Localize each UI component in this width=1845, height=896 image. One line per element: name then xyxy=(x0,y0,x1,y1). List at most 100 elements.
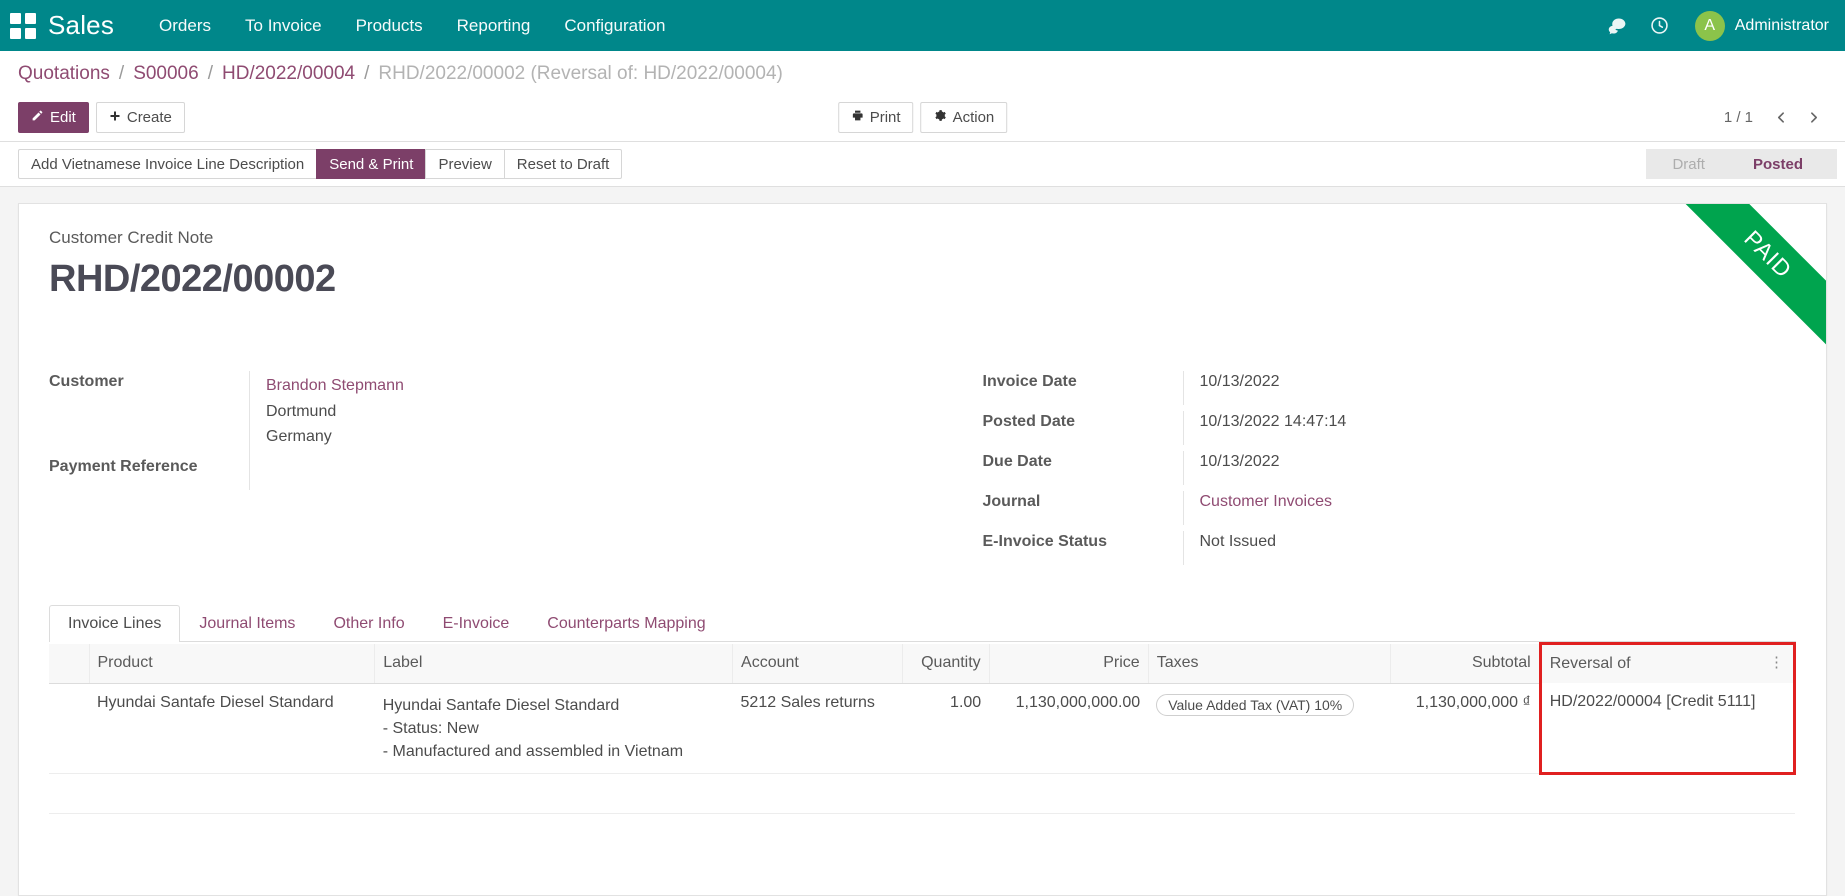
column-header-label[interactable]: Label xyxy=(374,643,734,684)
breadcrumb: Quotations / S00006 / HD/2022/00004 / RH… xyxy=(18,51,1827,93)
cell-subtotal: 1,130,000,000 ₫ xyxy=(1390,683,1541,775)
field-due-date-value[interactable]: 10/13/2022 xyxy=(1182,451,1737,485)
chevron-right-icon[interactable] xyxy=(1799,103,1827,131)
vertical-dots-icon[interactable]: ⋮ xyxy=(1769,655,1785,670)
menu-item-configuration[interactable]: Configuration xyxy=(547,10,682,42)
field-invoice-date-value[interactable]: 10/13/2022 xyxy=(1182,371,1737,405)
invoice-lines-header: Product Label Account Quantity Price Tax… xyxy=(49,642,1797,684)
field-customer-value[interactable]: Brandon Stepmann Dortmund Germany xyxy=(249,371,863,456)
breadcrumb-item-hd-2022-00004[interactable]: HD/2022/00004 xyxy=(222,63,355,85)
control-panel: Quotations / S00006 / HD/2022/00004 / RH… xyxy=(0,51,1845,142)
edit-button[interactable]: Edit xyxy=(18,101,89,133)
field-posted-date-value[interactable]: 10/13/2022 14:47:14 xyxy=(1182,411,1737,445)
clock-icon[interactable] xyxy=(1643,9,1677,43)
column-header-reversal-of-label: Reversal of xyxy=(1549,655,1631,672)
chevron-left-icon[interactable] xyxy=(1767,103,1795,131)
cell-taxes[interactable]: Value Added Tax (VAT) 10% xyxy=(1148,683,1391,775)
invoice-lines-table: Product Label Account Quantity Price Tax… xyxy=(49,642,1797,815)
messages-icon[interactable] xyxy=(1601,9,1635,43)
field-journal-value[interactable]: Customer Invoices xyxy=(1182,491,1737,525)
workflow-buttons: Add Vietnamese Invoice Line Description … xyxy=(18,149,623,179)
tab-other-info[interactable]: Other Info xyxy=(314,605,423,642)
printer-icon xyxy=(851,109,864,126)
status-badge-posted[interactable]: Posted xyxy=(1726,149,1837,179)
menu-item-reporting[interactable]: Reporting xyxy=(440,10,548,42)
field-payment-reference-value[interactable] xyxy=(249,455,863,490)
form-sheet: PAID Customer Credit Note RHD/2022/00002… xyxy=(18,203,1827,896)
menu-item-orders[interactable]: Orders xyxy=(142,10,228,42)
status-pipeline: Draft Posted xyxy=(1646,149,1845,179)
column-header-price[interactable]: Price xyxy=(989,643,1149,684)
user-name: Administrator xyxy=(1734,16,1829,34)
form-column-right: Invoice Date 10/13/2022 Posted Date 10/1… xyxy=(923,371,1797,571)
menu-item-to-invoice[interactable]: To Invoice xyxy=(228,10,339,42)
field-customer-label: Customer xyxy=(49,373,124,390)
tab-counterparts-mapping[interactable]: Counterparts Mapping xyxy=(528,605,724,642)
tab-journal-items[interactable]: Journal Items xyxy=(180,605,314,642)
edit-button-label: Edit xyxy=(50,108,76,126)
pager: 1 / 1 xyxy=(1714,103,1827,131)
breadcrumb-separator: / xyxy=(364,63,370,84)
column-header-quantity[interactable]: Quantity xyxy=(902,643,990,684)
breadcrumb-item-quotations[interactable]: Quotations xyxy=(18,63,110,85)
add-vietnamese-invoice-line-description-button[interactable]: Add Vietnamese Invoice Line Description xyxy=(18,149,318,179)
page-title: RHD/2022/00002 xyxy=(49,258,336,300)
breadcrumb-current: RHD/2022/00002 (Reversal of: HD/2022/000… xyxy=(378,63,783,84)
journal-link[interactable]: Customer Invoices xyxy=(1200,493,1333,510)
tab-invoice-lines[interactable]: Invoice Lines xyxy=(49,605,181,642)
document-type-label: Customer Credit Note xyxy=(49,228,214,247)
field-einvoice-status-label: E-Invoice Status xyxy=(982,533,1107,550)
pencil-icon xyxy=(31,109,44,126)
column-header-reversal-of[interactable]: Reversal of ⋮ xyxy=(1538,642,1797,683)
app-brand-sales[interactable]: Sales xyxy=(48,10,114,41)
field-journal: Journal Customer Invoices xyxy=(983,491,1737,531)
user-menu[interactable]: A Administrator xyxy=(1694,10,1829,41)
table-empty-row xyxy=(49,773,1795,815)
column-header-account[interactable]: Account xyxy=(732,643,904,684)
apps-grid-icon[interactable] xyxy=(10,12,36,39)
form-column-left: Customer Brandon Stepmann Dortmund Germa… xyxy=(49,371,923,571)
statusbar-row: Add Vietnamese Invoice Line Description … xyxy=(0,142,1845,187)
cell-account[interactable]: 5212 Sales returns xyxy=(732,683,903,775)
column-header-product[interactable]: Product xyxy=(89,643,376,684)
action-button-label: Action xyxy=(952,108,995,126)
field-due-date: Due Date 10/13/2022 xyxy=(983,451,1737,491)
breadcrumb-item-s00006[interactable]: S00006 xyxy=(133,63,199,85)
table-row[interactable]: Hyundai Santafe Diesel Standard Hyundai … xyxy=(49,683,1797,776)
table-header-row: Product Label Account Quantity Price Tax… xyxy=(49,642,1797,684)
drag-handle-column xyxy=(49,643,90,684)
send-and-print-button[interactable]: Send & Print xyxy=(316,149,427,179)
create-button[interactable]: Create xyxy=(95,101,185,133)
invoice-lines-body: Hyundai Santafe Diesel Standard Hyundai … xyxy=(49,683,1797,815)
table-empty-cell xyxy=(49,773,1795,815)
edit-create-group: Edit Create xyxy=(18,101,185,133)
field-invoice-date-label: Invoice Date xyxy=(982,373,1077,390)
field-posted-date: Posted Date 10/13/2022 14:47:14 xyxy=(983,411,1737,451)
tab-e-invoice[interactable]: E-Invoice xyxy=(424,605,529,642)
notebook: Invoice Lines Journal Items Other Info E… xyxy=(49,605,1797,815)
cell-quantity[interactable]: 1.00 xyxy=(902,683,990,775)
plus-icon xyxy=(109,109,121,126)
row-drag-handle[interactable] xyxy=(49,683,89,775)
notebook-tabs: Invoice Lines Journal Items Other Info E… xyxy=(49,605,1796,642)
status-badge-draft[interactable]: Draft xyxy=(1646,149,1742,179)
label-line-3: - Manufactured and assembled in Vietnam xyxy=(382,742,684,760)
top-navbar: Sales Orders To Invoice Products Reporti… xyxy=(0,0,1845,51)
customer-city: Dortmund xyxy=(266,402,337,420)
customer-country: Germany xyxy=(266,428,332,446)
menu-item-products[interactable]: Products xyxy=(339,10,440,42)
field-einvoice-status: E-Invoice Status Not Issued xyxy=(983,531,1737,571)
print-button[interactable]: Print xyxy=(837,101,914,133)
cell-reversal-of[interactable]: HD/2022/00004 [Credit 5111] xyxy=(1538,683,1797,776)
cell-price[interactable]: 1,130,000,000.00 xyxy=(989,683,1149,775)
cell-product[interactable]: Hyundai Santafe Diesel Standard xyxy=(89,683,375,775)
field-due-date-label: Due Date xyxy=(982,453,1052,470)
action-button[interactable]: Action xyxy=(920,101,1008,133)
form-columns: Customer Brandon Stepmann Dortmund Germa… xyxy=(49,371,1796,571)
preview-button[interactable]: Preview xyxy=(425,149,505,179)
column-header-subtotal[interactable]: Subtotal xyxy=(1390,643,1541,684)
column-header-taxes[interactable]: Taxes xyxy=(1148,643,1391,684)
reset-to-draft-button[interactable]: Reset to Draft xyxy=(503,149,623,179)
customer-name[interactable]: Brandon Stepmann xyxy=(266,373,863,399)
cell-label[interactable]: Hyundai Santafe Diesel Standard - Status… xyxy=(374,683,733,775)
